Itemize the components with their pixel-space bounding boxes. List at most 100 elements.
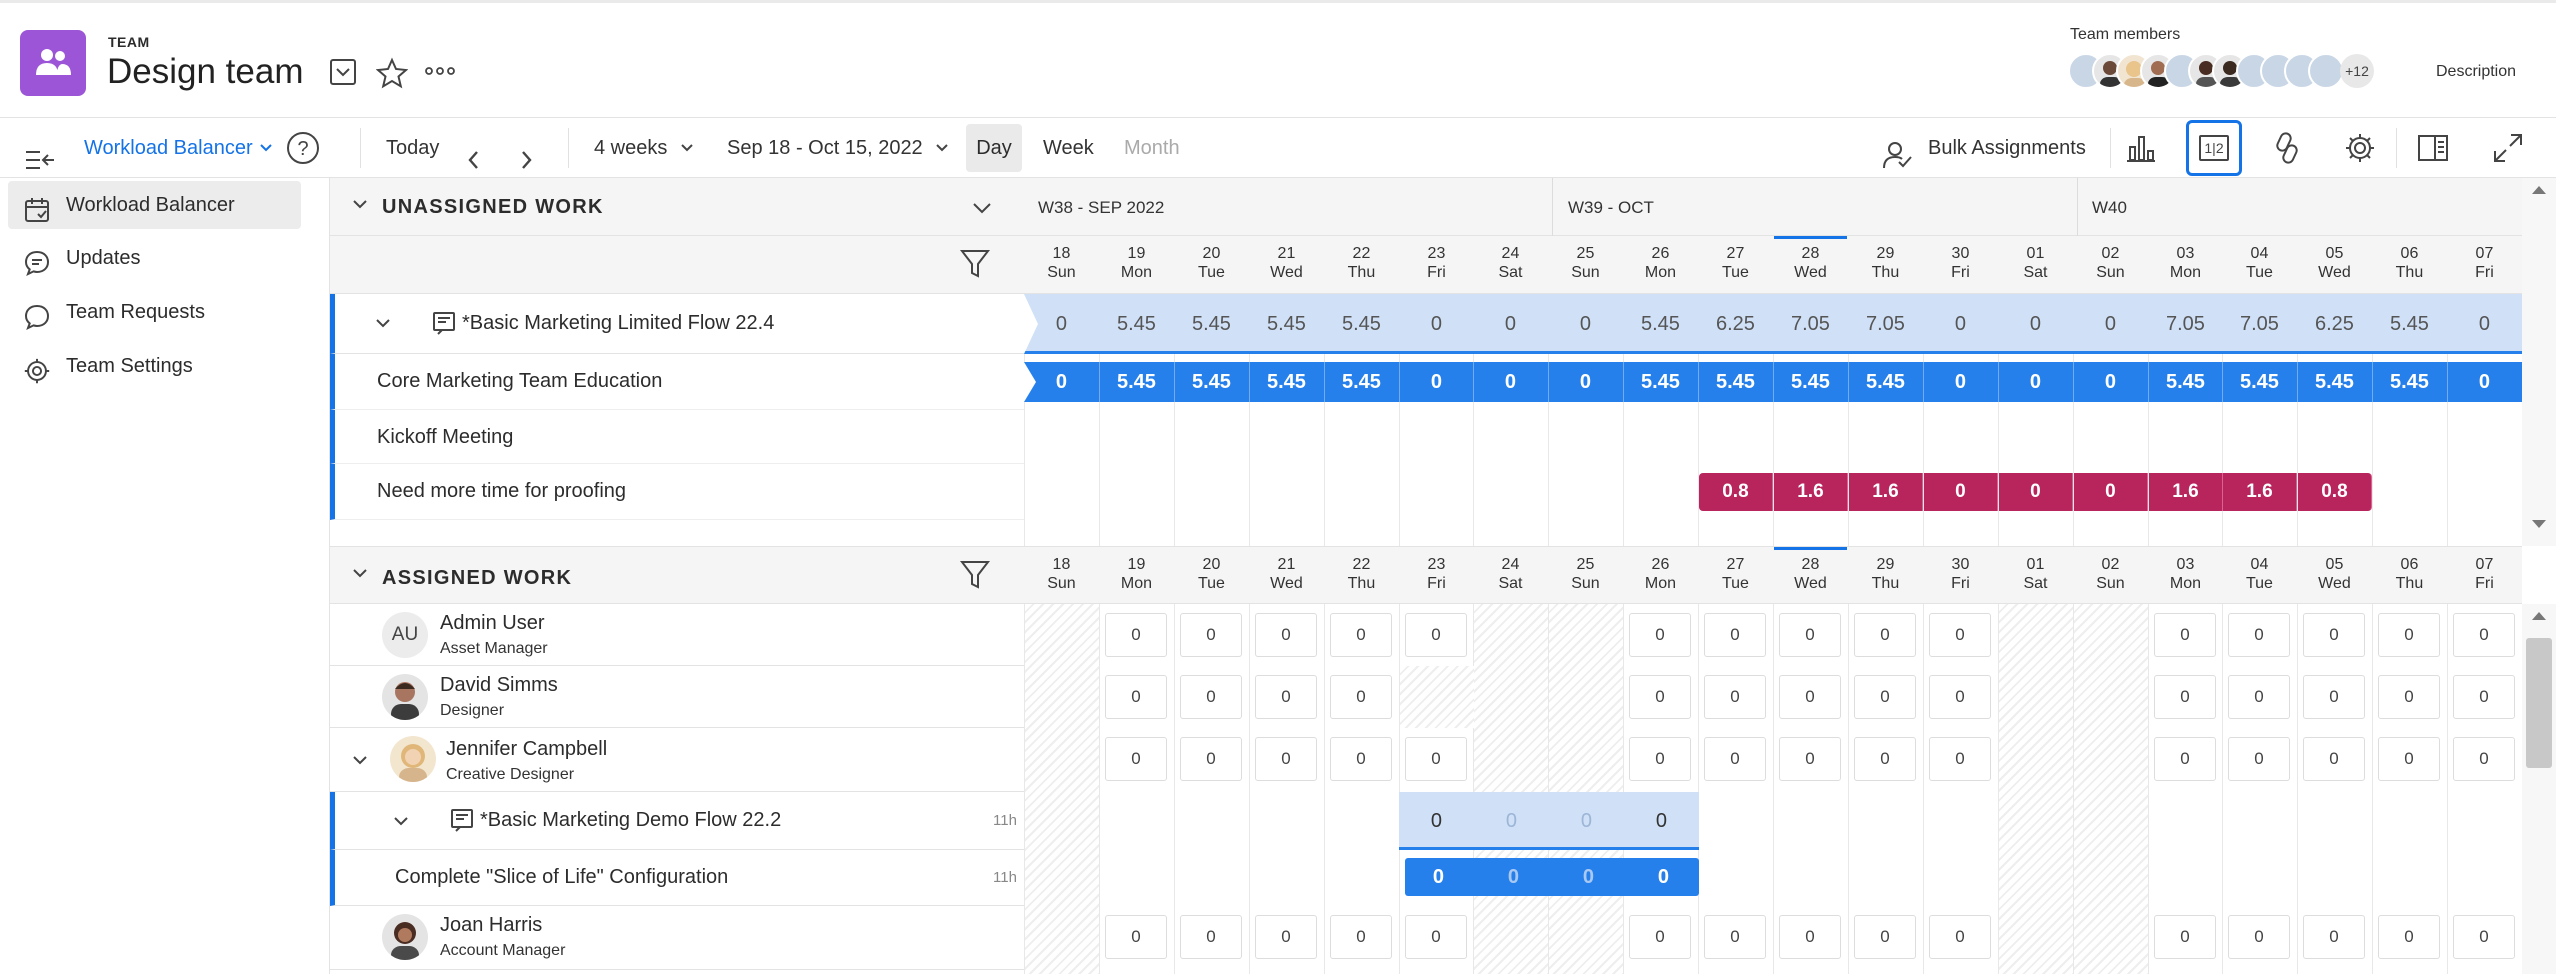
capacity-cell[interactable]: 0 [1629, 915, 1691, 959]
load-value[interactable]: 1.6 [1849, 473, 1923, 511]
load-value[interactable]: 0 [1548, 362, 1623, 402]
more-icon[interactable] [424, 63, 455, 93]
load-value[interactable]: 0 [2074, 473, 2148, 511]
load-value[interactable]: 0 [1924, 473, 1998, 511]
load-value[interactable]: 7.05 [2222, 294, 2297, 354]
capacity-cell[interactable]: 0 [1405, 737, 1467, 781]
project-name[interactable]: *Basic Marketing Demo Flow 22.2 [480, 809, 781, 832]
capacity-cell[interactable]: 0 [1779, 737, 1841, 781]
person-name[interactable]: Admin User [440, 612, 544, 635]
toggle-split-view-button[interactable]: 1|2 [2186, 120, 2242, 176]
load-value[interactable]: 0 [1549, 792, 1624, 850]
bulk-assignments-button[interactable]: Bulk Assignments [1928, 118, 2086, 178]
range-select[interactable]: 4 weeks [594, 118, 697, 178]
scroll-down-icon[interactable] [2532, 520, 2546, 528]
capacity-cell[interactable]: 0 [2378, 737, 2440, 781]
capacity-cell[interactable]: 0 [2378, 915, 2440, 959]
load-value[interactable]: 5.45 [2372, 294, 2447, 354]
load-value[interactable]: 5.45 [1698, 362, 1773, 402]
load-value[interactable]: 1.6 [2149, 473, 2223, 511]
expand-icon[interactable] [2480, 120, 2536, 176]
person-name[interactable]: Jennifer Campbell [446, 738, 607, 761]
capacity-cell[interactable]: 0 [1854, 915, 1916, 959]
capacity-cell[interactable]: 0 [2378, 613, 2440, 657]
load-value[interactable]: 0 [1401, 858, 1476, 896]
capacity-cell[interactable]: 0 [1929, 737, 1991, 781]
day-view-button[interactable]: Day [966, 124, 1022, 172]
gear-icon[interactable] [2332, 120, 2388, 176]
capacity-cell[interactable]: 0 [2154, 915, 2216, 959]
person-name[interactable]: Joan Harris [440, 914, 542, 937]
task-row[interactable]: Need more time for proofing [330, 464, 1024, 520]
capacity-cell[interactable]: 0 [1255, 915, 1317, 959]
scroll-up-icon[interactable] [2532, 186, 2546, 194]
load-value[interactable]: 5.45 [1174, 294, 1249, 354]
load-value[interactable]: 0 [1476, 858, 1551, 896]
capacity-cell[interactable]: 0 [1255, 675, 1317, 719]
scrollbar-unassigned[interactable] [2522, 178, 2556, 546]
capacity-cell[interactable]: 0 [1105, 675, 1167, 719]
link-icon[interactable] [2259, 120, 2315, 176]
load-value[interactable]: 5.45 [2372, 362, 2447, 402]
capacity-cell[interactable]: 0 [1330, 915, 1392, 959]
capacity-cell[interactable]: 0 [1330, 613, 1392, 657]
filter-icon[interactable] [959, 248, 991, 285]
capacity-cell[interactable]: 0 [1405, 915, 1467, 959]
capacity-cell[interactable]: 0 [1854, 737, 1916, 781]
description-link[interactable]: Description [2436, 63, 2516, 81]
nav-item-workload-balancer[interactable]: Workload Balancer [8, 181, 301, 229]
load-value[interactable]: 0 [1399, 362, 1474, 402]
capacity-cell[interactable]: 0 [2154, 613, 2216, 657]
task-row[interactable]: Kickoff Meeting [330, 410, 1024, 464]
load-value[interactable]: 0 [1399, 792, 1474, 850]
month-view-button[interactable]: Month [1124, 118, 1180, 178]
capacity-cell[interactable]: 0 [1779, 915, 1841, 959]
chevron-down-icon[interactable] [393, 815, 409, 833]
load-value[interactable]: 1.6 [2223, 473, 2297, 511]
load-value[interactable]: 0 [1473, 294, 1548, 354]
view-selector[interactable]: Workload Balancer [84, 118, 276, 178]
load-value[interactable]: 0 [2447, 362, 2522, 402]
capacity-cell[interactable]: 0 [1330, 675, 1392, 719]
scrollbar-assigned[interactable] [2522, 604, 2556, 974]
task-name[interactable]: Need more time for proofing [377, 480, 626, 503]
load-value[interactable]: 0 [2073, 362, 2148, 402]
load-value[interactable]: 7.05 [1848, 294, 1923, 354]
load-value[interactable]: 0 [1024, 362, 1099, 402]
load-value[interactable]: 0 [1548, 294, 1623, 354]
chevron-down-icon[interactable] [352, 754, 368, 772]
load-value[interactable]: 5.45 [1773, 362, 1848, 402]
capacity-cell[interactable]: 0 [1704, 737, 1766, 781]
scroll-thumb[interactable] [2526, 638, 2552, 768]
chevron-down-icon[interactable] [375, 317, 391, 335]
task-row[interactable]: Core Marketing Team Education [330, 354, 1024, 410]
help-icon[interactable]: ? [285, 130, 321, 166]
load-value[interactable]: 5.45 [2222, 362, 2297, 402]
chevron-left-icon[interactable] [464, 136, 484, 169]
load-value[interactable]: 5.45 [1324, 362, 1399, 402]
load-value[interactable]: 1.6 [1774, 473, 1848, 511]
load-value[interactable]: 0 [1473, 362, 1548, 402]
capacity-cell[interactable]: 0 [2453, 737, 2515, 781]
capacity-cell[interactable]: 0 [1405, 613, 1467, 657]
today-button[interactable]: Today [386, 118, 439, 178]
capacity-cell[interactable]: 0 [2378, 675, 2440, 719]
task-name[interactable]: Kickoff Meeting [377, 426, 513, 449]
capacity-cell[interactable]: 0 [1629, 737, 1691, 781]
chevron-down-icon[interactable] [352, 567, 368, 585]
load-value[interactable]: 5.45 [1249, 294, 1324, 354]
week-view-button[interactable]: Week [1043, 118, 1094, 178]
nav-item-team-settings[interactable]: Team Settings [8, 342, 301, 390]
load-value[interactable]: 5.45 [1099, 294, 1174, 354]
nav-item-updates[interactable]: Updates [8, 234, 301, 282]
capacity-cell[interactable]: 0 [1330, 737, 1392, 781]
load-value[interactable]: 5.45 [1099, 362, 1174, 402]
assigned-project-row[interactable]: *Basic Marketing Demo Flow 22.2 11h [330, 792, 1024, 850]
capacity-cell[interactable]: 0 [1105, 737, 1167, 781]
person-row[interactable]: Jennifer Campbell Creative Designer [330, 728, 1024, 792]
capacity-cell[interactable]: 0 [2303, 915, 2365, 959]
load-value[interactable]: 0 [1551, 858, 1626, 896]
capacity-cell[interactable]: 0 [1255, 737, 1317, 781]
load-value[interactable]: 0 [2073, 294, 2148, 354]
load-value[interactable]: 5.45 [1623, 362, 1698, 402]
